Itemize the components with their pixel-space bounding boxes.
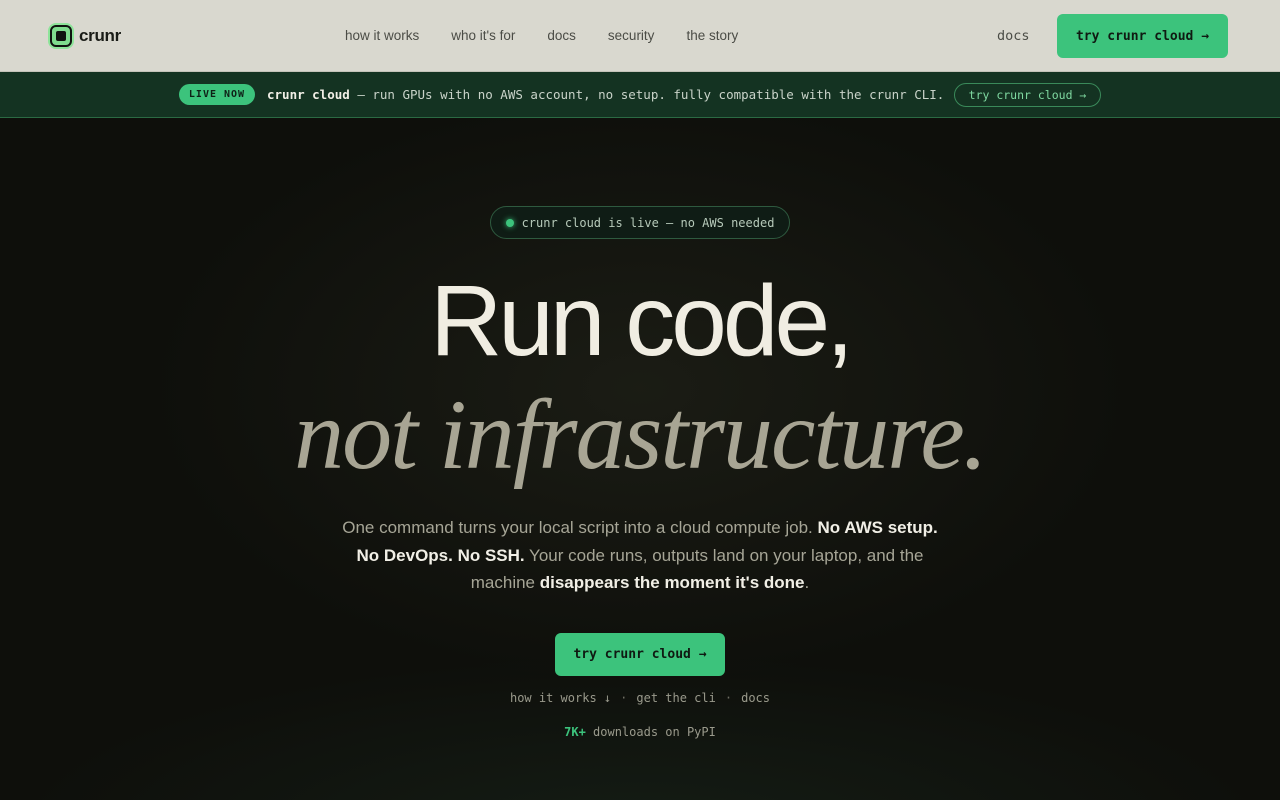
docs-link[interactable]: docs (741, 691, 770, 705)
banner-message-text: — run GPUs with no AWS account, no setup… (349, 87, 945, 102)
get-the-cli-link[interactable]: get the cli (636, 691, 715, 705)
live-now-badge: LIVE NOW (179, 84, 255, 105)
nav-link-docs[interactable]: docs (547, 28, 576, 44)
brand-name: crunr (79, 26, 121, 45)
headline-secondary: not infrastructure. (294, 379, 988, 490)
nav-try-cloud-button[interactable]: try crunr cloud → (1057, 14, 1228, 58)
hero-secondary-links: how it works ↓ · get the cli · docs (0, 691, 1280, 705)
banner-product-name: crunr cloud (267, 87, 350, 102)
status-pill: crunr cloud is live — no AWS needed (490, 206, 790, 239)
nav-link-security[interactable]: security (608, 28, 655, 44)
hero-description: One command turns your local script into… (340, 514, 940, 597)
hero-description-part: One command turns your local script into… (342, 518, 818, 537)
banner-try-cloud-button[interactable]: try crunr cloud → (954, 83, 1101, 107)
downloads-label: downloads on PyPI (585, 725, 716, 739)
hero-description-part: . (804, 573, 810, 592)
brand-logo[interactable]: crunr (50, 25, 121, 47)
link-separator: · (620, 691, 628, 705)
announcement-banner: LIVE NOW crunr cloud — run GPUs with no … (0, 72, 1280, 118)
top-nav: crunr how it works who it's for docs sec… (0, 0, 1280, 72)
nav-link-who-its-for[interactable]: who it's for (451, 28, 515, 44)
nav-docs-link[interactable]: docs (997, 28, 1030, 44)
link-separator: · (724, 691, 733, 705)
downloads-stat: 7K+ downloads on PyPI (0, 725, 1280, 739)
how-it-works-link[interactable]: how it works ↓ (510, 691, 611, 705)
nav-link-the-story[interactable]: the story (686, 28, 738, 44)
nav-link-how-it-works[interactable]: how it works (345, 28, 419, 44)
status-text: crunr cloud is live — no AWS needed (521, 215, 775, 230)
banner-message: crunr cloud — run GPUs with no AWS accou… (267, 87, 944, 102)
headline-primary: Run code, (430, 265, 854, 377)
live-dot-icon (505, 218, 514, 227)
nav-links: how it works who it's for docs security … (345, 28, 770, 44)
downloads-count: 7K+ (564, 725, 586, 739)
hero-section: crunr cloud is live — no AWS needed Run … (0, 118, 1280, 800)
square-chip-icon (50, 25, 72, 47)
hero-try-cloud-button[interactable]: try crunr cloud → (555, 633, 725, 676)
hero-description-emphasis: disappears the moment it's done (539, 573, 805, 592)
